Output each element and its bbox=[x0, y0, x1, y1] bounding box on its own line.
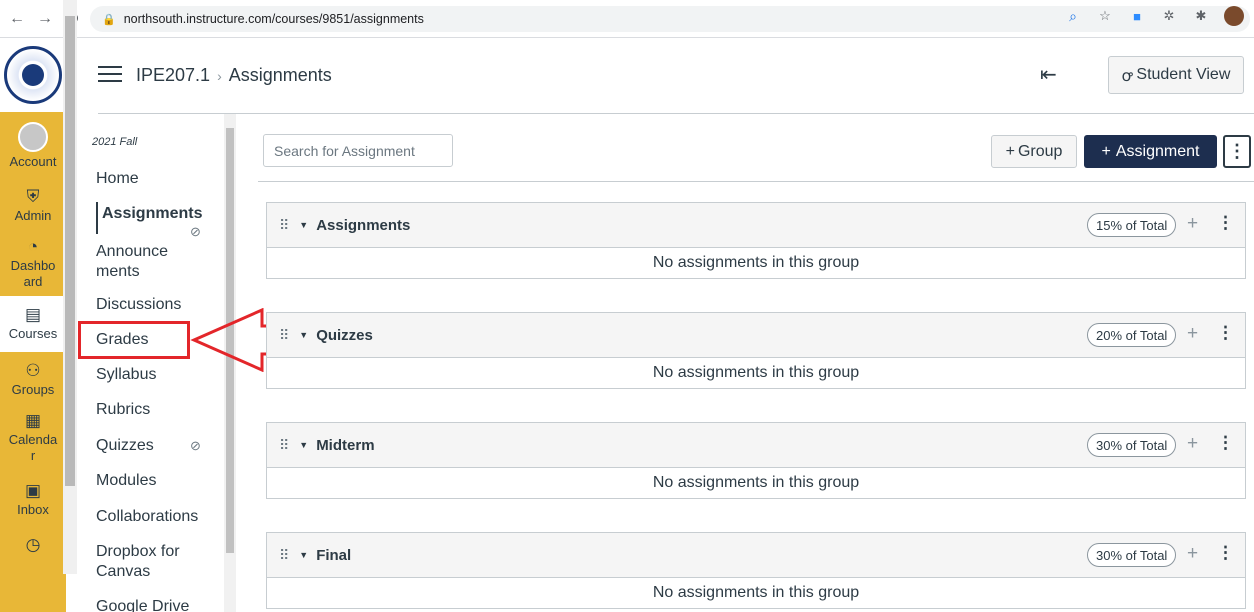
profile-avatar[interactable] bbox=[1224, 6, 1244, 26]
global-nav-admin[interactable]: ⛨ Admin bbox=[0, 178, 66, 228]
collapse-sidebar-icon[interactable]: ⇤ bbox=[1040, 62, 1057, 87]
assignment-group: ⠿ ▼ Assignments 15% of Total + ⋮ No assi… bbox=[266, 202, 1246, 279]
university-logo[interactable] bbox=[0, 38, 66, 112]
course-nav-home[interactable]: Home bbox=[96, 169, 211, 189]
account-avatar-icon bbox=[18, 122, 48, 152]
global-nav-label: Inbox bbox=[17, 502, 49, 517]
student-view-label: Student View bbox=[1136, 66, 1231, 83]
breadcrumb-separator: › bbox=[217, 67, 222, 84]
global-nav-label: Account bbox=[9, 154, 57, 169]
breadcrumb: IPE207.1 › Assignments bbox=[136, 65, 332, 86]
search-assignment-input[interactable]: Search for Assignment bbox=[263, 134, 453, 167]
caret-down-icon[interactable]: ▼ bbox=[299, 440, 308, 450]
global-nav-label: Dashbo ard bbox=[10, 258, 56, 289]
assignment-group: ⠿ ▼ Final 30% of Total + ⋮ No assignment… bbox=[266, 532, 1246, 609]
plus-icon: + bbox=[1101, 142, 1111, 160]
settings-extension-icon[interactable]: ✲ bbox=[1160, 8, 1178, 24]
lock-icon: 🔒 bbox=[102, 13, 116, 26]
global-nav-dashboard[interactable]: ◔ Dashbo ard bbox=[0, 228, 66, 296]
group-weight-badge: 20% of Total bbox=[1087, 323, 1177, 347]
group-empty-message: No assignments in this group bbox=[652, 474, 860, 491]
add-to-group-plus-icon[interactable]: + bbox=[1187, 543, 1198, 565]
breadcrumb-page[interactable]: Assignments bbox=[229, 65, 332, 86]
forward-arrow-icon[interactable]: → bbox=[34, 10, 56, 28]
course-nav-announcements[interactable]: Announce ments bbox=[96, 242, 211, 282]
group-weight-badge: 30% of Total bbox=[1087, 543, 1177, 567]
plus-icon: + bbox=[1005, 142, 1015, 160]
global-nav-label: Admin bbox=[14, 208, 52, 223]
global-nav-courses[interactable]: ▤ Courses bbox=[0, 296, 66, 352]
drag-handle-icon[interactable]: ⠿ bbox=[279, 217, 289, 234]
hidden-eye-icon: ⊘ bbox=[190, 224, 201, 239]
group-empty-message: No assignments in this group bbox=[652, 364, 860, 381]
course-nav-collaborations[interactable]: Collaborations bbox=[96, 507, 211, 527]
url-text: northsouth.instructure.com/courses/9851/… bbox=[123, 12, 424, 26]
group-options-kebab-icon[interactable]: ⋮ bbox=[1217, 323, 1234, 343]
global-nav-history[interactable]: ◷ bbox=[0, 526, 66, 556]
global-nav-inbox[interactable]: ▣ Inbox bbox=[0, 472, 66, 526]
drag-handle-icon[interactable]: ⠿ bbox=[279, 327, 289, 344]
extensions-puzzle-icon[interactable]: ✱ bbox=[1192, 8, 1210, 24]
group-options-kebab-icon[interactable]: ⋮ bbox=[1217, 543, 1234, 563]
course-nav-dropbox[interactable]: Dropbox for Canvas bbox=[96, 542, 201, 582]
group-title[interactable]: Assignments bbox=[316, 217, 410, 234]
course-nav-rubrics[interactable]: Rubrics bbox=[96, 400, 211, 420]
group-title[interactable]: Quizzes bbox=[316, 327, 373, 344]
breadcrumb-course[interactable]: IPE207.1 bbox=[136, 65, 210, 86]
book-icon: ▤ bbox=[24, 305, 42, 324]
global-nav-account[interactable]: Account bbox=[0, 112, 66, 178]
global-navigation: Account ⛨ Admin ◔ Dashbo ard ▤ Courses ⚇… bbox=[0, 38, 66, 612]
global-nav-groups[interactable]: ⚇ Groups bbox=[0, 352, 66, 402]
course-nav-assignments[interactable]: Assignments bbox=[102, 204, 217, 224]
assignment-group: ⠿ ▼ Quizzes 20% of Total + ⋮ No assignme… bbox=[266, 312, 1246, 389]
back-arrow-icon[interactable]: ← bbox=[6, 10, 28, 28]
term-label: 2021 Fall bbox=[92, 136, 138, 148]
clock-icon: ◷ bbox=[25, 535, 41, 554]
global-nav-label: Courses bbox=[8, 326, 58, 341]
course-nav-modules[interactable]: Modules bbox=[96, 471, 211, 491]
add-group-button[interactable]: + Group bbox=[991, 135, 1077, 168]
shield-icon: ⛨ bbox=[26, 187, 40, 206]
more-options-kebab-icon[interactable]: ⋮ bbox=[1223, 135, 1251, 168]
course-nav-google-drive[interactable]: Google Drive bbox=[96, 597, 211, 612]
bookmark-star-icon[interactable]: ☆ bbox=[1096, 8, 1114, 24]
group-title[interactable]: Final bbox=[316, 547, 351, 564]
hamburger-menu-icon[interactable] bbox=[98, 66, 122, 87]
group-weight-badge: 15% of Total bbox=[1087, 213, 1177, 237]
caret-down-icon[interactable]: ▼ bbox=[299, 550, 308, 560]
drag-handle-icon[interactable]: ⠿ bbox=[279, 547, 289, 564]
group-empty-message: No assignments in this group bbox=[652, 584, 860, 601]
groups-icon: ⚇ bbox=[25, 361, 41, 380]
grades-highlight-box bbox=[78, 321, 190, 359]
add-to-group-plus-icon[interactable]: + bbox=[1187, 433, 1198, 455]
caret-down-icon[interactable]: ▼ bbox=[299, 220, 308, 230]
global-nav-label: Calenda r bbox=[8, 432, 58, 463]
add-to-group-plus-icon[interactable]: + bbox=[1187, 213, 1198, 235]
page-header: IPE207.1 › Assignments ⇤ ꝍ Student View bbox=[66, 38, 1254, 114]
add-assignment-button[interactable]: + Assignment bbox=[1084, 135, 1217, 168]
zoom-extension-icon[interactable]: ■ bbox=[1128, 9, 1146, 24]
global-nav-calendar[interactable]: ▦ Calenda r bbox=[0, 402, 66, 472]
inbox-icon: ▣ bbox=[24, 481, 42, 500]
glasses-icon: ꝍ bbox=[1121, 68, 1133, 85]
add-assignment-label: Assignment bbox=[1115, 142, 1200, 160]
group-title[interactable]: Midterm bbox=[316, 437, 374, 454]
browser-toolbar: ← → ↻ 🔒 northsouth.instructure.com/cours… bbox=[0, 0, 1254, 38]
student-view-button[interactable]: ꝍ Student View bbox=[1108, 56, 1244, 94]
assignment-group: ⠿ ▼ Midterm 30% of Total + ⋮ No assignme… bbox=[266, 422, 1246, 499]
university-seal-icon bbox=[4, 46, 62, 104]
group-weight-badge: 30% of Total bbox=[1087, 433, 1177, 457]
zoom-icon[interactable]: ⌕ bbox=[1064, 8, 1082, 25]
drag-handle-icon[interactable]: ⠿ bbox=[279, 437, 289, 454]
group-options-kebab-icon[interactable]: ⋮ bbox=[1217, 213, 1234, 233]
calendar-icon: ▦ bbox=[24, 411, 42, 430]
group-options-kebab-icon[interactable]: ⋮ bbox=[1217, 433, 1234, 453]
add-to-group-plus-icon[interactable]: + bbox=[1187, 323, 1198, 345]
group-empty-message: No assignments in this group bbox=[652, 254, 860, 271]
global-nav-label: Groups bbox=[11, 382, 55, 397]
caret-down-icon[interactable]: ▼ bbox=[299, 330, 308, 340]
hidden-eye-icon: ⊘ bbox=[190, 438, 201, 453]
add-group-label: Group bbox=[1017, 142, 1063, 160]
dashboard-icon: ◔ bbox=[27, 237, 39, 256]
